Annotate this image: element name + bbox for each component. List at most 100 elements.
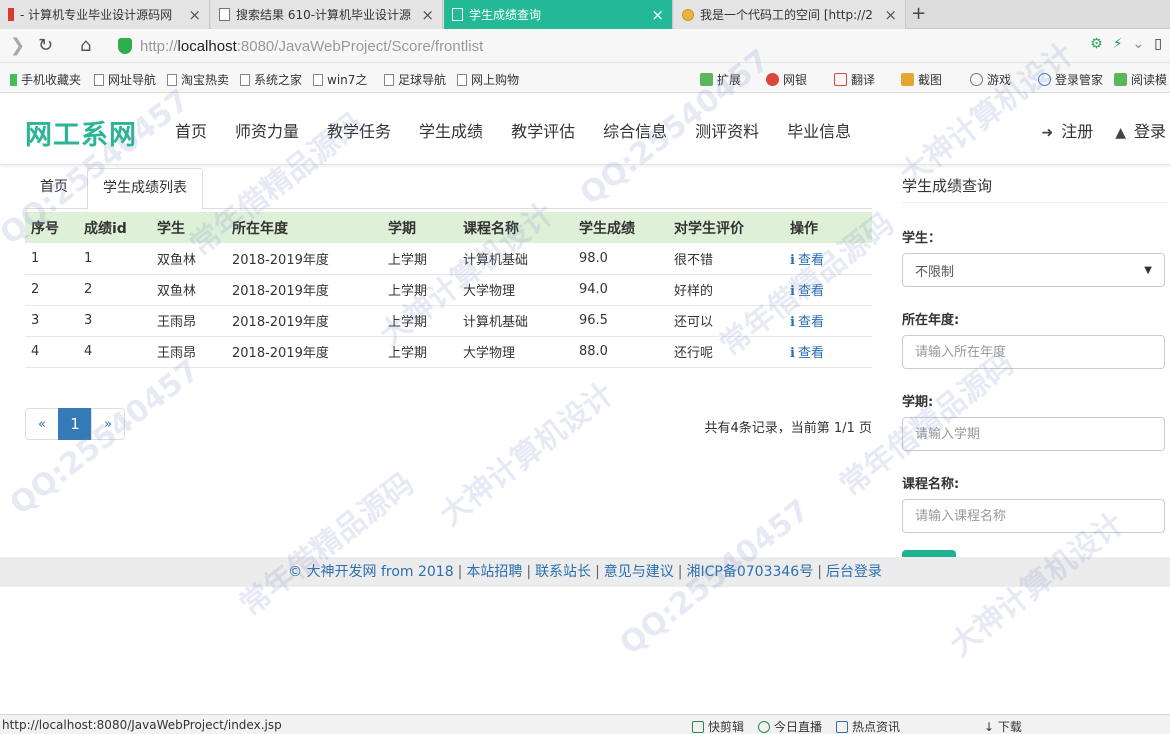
nav-home[interactable]: 首页 xyxy=(175,118,207,142)
column-header-comment: 对学生评价 xyxy=(668,212,784,243)
page-favicon-icon xyxy=(219,8,230,21)
bookmark-nav[interactable]: 网址导航 xyxy=(94,71,156,88)
download-button[interactable]: ↓ 下载 xyxy=(984,718,1022,734)
view-link[interactable]: i 查看 xyxy=(790,315,824,330)
year-input[interactable] xyxy=(902,335,1165,369)
tab-score-list[interactable]: 学生成绩列表 xyxy=(87,168,203,210)
site-logo[interactable]: 网工系网 xyxy=(25,113,137,152)
watermark-text: 常年借精品源码 xyxy=(233,466,421,624)
nav-assessment-materials[interactable]: 测评资料 xyxy=(695,118,759,142)
login-manager-button[interactable]: 登录管家 xyxy=(1038,71,1103,88)
column-header-actions: 操作 xyxy=(784,212,872,243)
footer-copyright[interactable]: © 大神开发网 from 2018 xyxy=(288,564,454,580)
reader-button[interactable]: 阅读模 xyxy=(1114,71,1167,88)
footer-link-feedback[interactable]: 意见与建议 xyxy=(604,564,674,580)
extensions-button[interactable]: 扩展 xyxy=(700,71,741,88)
chevron-down-icon[interactable]: ⌄ xyxy=(1133,36,1145,52)
bookmark-label: 足球导航 xyxy=(398,73,447,87)
close-tab-icon[interactable]: × xyxy=(188,6,201,24)
reload-icon[interactable]: ↻ xyxy=(38,35,53,56)
quick-clip-button[interactable]: 快剪辑 xyxy=(692,718,744,734)
page-icon xyxy=(167,74,177,86)
view-link[interactable]: i 查看 xyxy=(790,346,824,361)
speed-mode-icon[interactable]: ⚙ xyxy=(1090,36,1103,52)
nav-faculty[interactable]: 师资力量 xyxy=(235,118,299,142)
cell-term: 上学期 xyxy=(382,274,457,306)
nav-general-info[interactable]: 综合信息 xyxy=(603,118,667,142)
bookmark-football[interactable]: 足球导航 xyxy=(384,71,446,88)
next-page-button[interactable]: » xyxy=(91,408,125,440)
book-icon xyxy=(1114,73,1127,86)
nav-teaching-tasks[interactable]: 教学任务 xyxy=(327,118,391,142)
browser-tab-3-active[interactable]: 学生成绩查询 × xyxy=(444,0,673,29)
nav-student-scores[interactable]: 学生成绩 xyxy=(419,118,483,142)
prev-page-button[interactable]: « xyxy=(25,408,59,440)
browser-tab-4[interactable]: 我是一个代码工的空间 [http://2 × xyxy=(674,0,906,29)
screenshot-button[interactable]: 截图 xyxy=(901,71,942,88)
page-icon xyxy=(313,74,323,86)
view-label: 查看 xyxy=(797,252,824,268)
cell-course: 计算机基础 xyxy=(457,243,573,275)
bank-button[interactable]: 网银 xyxy=(766,71,807,88)
new-tab-button[interactable]: + xyxy=(911,3,926,24)
browser-tab-1[interactable]: - 计算机专业毕业设计源码网 × xyxy=(0,0,210,29)
register-link[interactable]: ➜ 注册 xyxy=(1041,118,1093,142)
home-icon[interactable]: ⌂ xyxy=(80,35,91,56)
toolbar-label: 截图 xyxy=(918,73,943,87)
score-table: 序号 成绩id 学生 所在年度 学期 课程名称 学生成绩 对学生评价 操作 1 … xyxy=(25,212,872,368)
cell-student: 王雨昂 xyxy=(151,336,226,368)
nav-graduation-info[interactable]: 毕业信息 xyxy=(787,118,851,142)
footer-link-contact[interactable]: 联系站长 xyxy=(535,564,591,580)
status-tool-label: 热点资讯 xyxy=(852,720,901,734)
content-tabs: 首页 学生成绩列表 xyxy=(25,168,872,210)
reader-mode-icon[interactable]: ▯ xyxy=(1154,36,1162,52)
bookmark-mobile-favorites[interactable]: 手机收藏夹 xyxy=(10,71,81,88)
back-arrow-icon[interactable]: ❯ xyxy=(10,35,25,56)
close-tab-icon[interactable]: × xyxy=(884,6,897,24)
column-header-term: 学期 xyxy=(382,212,457,243)
student-select[interactable]: 不限制 ▼ xyxy=(902,253,1165,287)
footer-link-admin-login[interactable]: 后台登录 xyxy=(826,564,882,580)
page-icon xyxy=(384,74,394,86)
auth-links: ➜ 注册 ▲ 登录 xyxy=(1041,118,1166,142)
browser-tab-2[interactable]: 搜索结果 610-计算机毕业设计源 × xyxy=(211,0,443,29)
footer-link-recruit[interactable]: 本站招聘 xyxy=(466,564,522,580)
footer-icp[interactable]: 湘ICP备0703346号 xyxy=(687,564,814,580)
url-field[interactable]: http://localhost:8080/JavaWebProject/Sco… xyxy=(118,33,1148,59)
view-link[interactable]: i 查看 xyxy=(790,253,824,268)
bookmark-system[interactable]: 系统之家 xyxy=(240,71,302,88)
bookmarks-bar: 手机收藏夹 网址导航 淘宝热卖 系统之家 win7之 足球导航 网上购物 扩展 … xyxy=(0,63,1170,93)
cell-score-id: 4 xyxy=(78,336,151,368)
view-link[interactable]: i 查看 xyxy=(790,284,824,299)
bookmark-win7[interactable]: win7之 xyxy=(313,71,367,88)
login-link[interactable]: ▲ 登录 xyxy=(1115,118,1166,142)
bookmark-taobao[interactable]: 淘宝热卖 xyxy=(167,71,229,88)
cell-no: 3 xyxy=(25,305,78,337)
page-1-button[interactable]: 1 xyxy=(58,408,92,440)
caret-down-icon: ▼ xyxy=(1144,264,1152,276)
cell-course: 大学物理 xyxy=(457,336,573,368)
toolbar-label: 网银 xyxy=(783,73,808,87)
lightning-icon[interactable]: ⚡ xyxy=(1113,36,1123,52)
table-header-row: 序号 成绩id 学生 所在年度 学期 课程名称 学生成绩 对学生评价 操作 xyxy=(25,212,872,243)
page-icon xyxy=(240,74,250,86)
url-path: :8080/JavaWebProject/Score/frontlist xyxy=(236,37,484,55)
user-icon: ▲ xyxy=(1115,125,1126,141)
hot-news-button[interactable]: 热点资讯 xyxy=(836,718,900,734)
games-button[interactable]: 游戏 xyxy=(970,71,1011,88)
bookmark-shopping[interactable]: 网上购物 xyxy=(457,71,519,88)
search-panel-title: 学生成绩查询 xyxy=(902,170,1168,203)
bookmark-label: 网上购物 xyxy=(471,73,520,87)
close-tab-icon[interactable]: × xyxy=(651,6,664,24)
close-tab-icon[interactable]: × xyxy=(421,6,434,24)
tab-home[interactable]: 首页 xyxy=(25,168,83,209)
watermark-text: 大神计算机设计 xyxy=(433,376,621,534)
term-input[interactable] xyxy=(902,417,1165,451)
cell-student: 双鱼林 xyxy=(151,274,226,306)
cell-term: 上学期 xyxy=(382,243,457,275)
course-input[interactable] xyxy=(902,499,1165,533)
browser-tab-title: 我是一个代码工的空间 [http://2 xyxy=(700,8,873,22)
live-button[interactable]: 今日直播 xyxy=(758,718,822,734)
translate-button[interactable]: 翻译 xyxy=(834,71,875,88)
nav-teaching-evaluation[interactable]: 教学评估 xyxy=(511,118,575,142)
